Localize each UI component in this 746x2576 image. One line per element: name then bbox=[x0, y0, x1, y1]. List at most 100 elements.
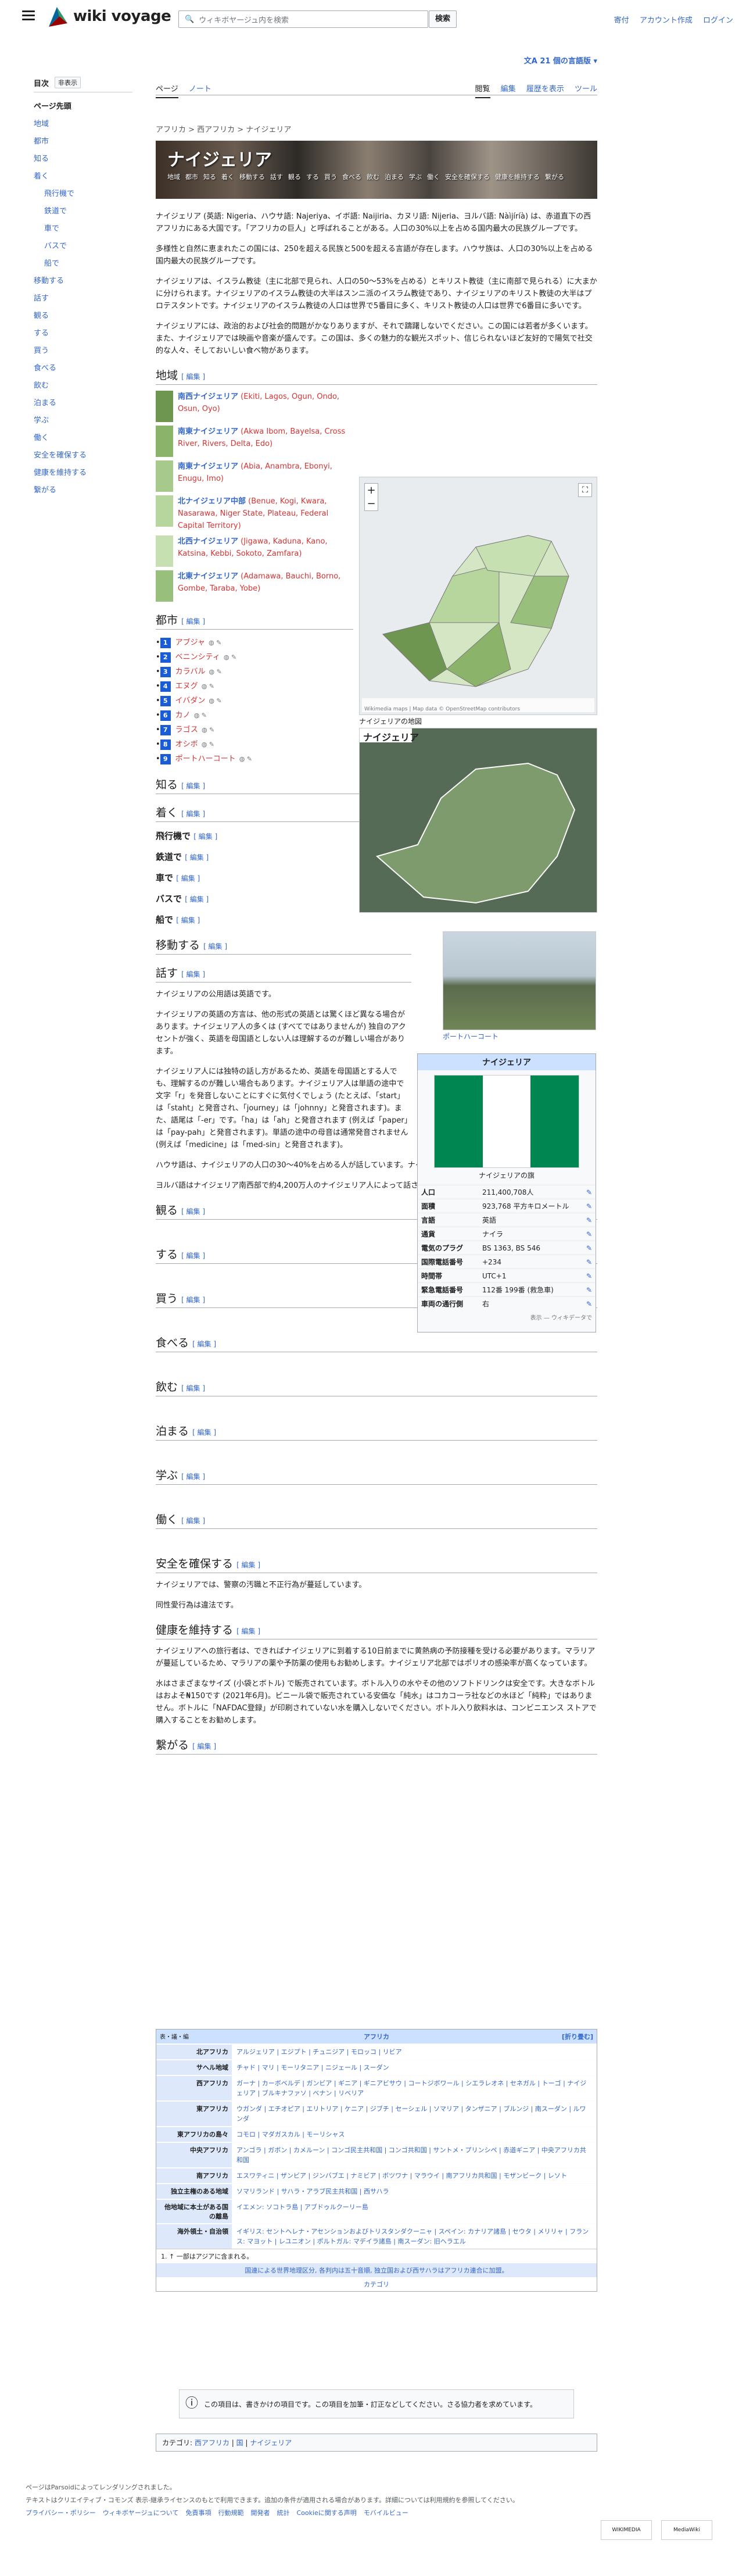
city-name[interactable]: カラバル bbox=[175, 664, 206, 679]
city-name[interactable]: イバダン bbox=[175, 694, 206, 708]
globe-icon[interactable]: ◍ ✎ bbox=[202, 737, 214, 752]
tab-talk[interactable]: ノート bbox=[189, 85, 211, 94]
edit-link[interactable]: [ 編集 ] bbox=[181, 782, 205, 790]
search-input[interactable]: 🔍 ウィキボヤージュ内を検索 bbox=[178, 10, 428, 28]
edit-link[interactable]: [ 編集 ] bbox=[203, 942, 227, 951]
pencil-icon[interactable]: ✎ bbox=[582, 1199, 596, 1213]
edit-link[interactable]: [ 編集 ] bbox=[176, 874, 200, 883]
edit-link[interactable]: [ 編集 ] bbox=[176, 916, 200, 924]
navbox-group-links[interactable]: ガーナ | カーボベルデ | ガンビア | ギニア | ギニアビサウ | コート… bbox=[232, 2076, 597, 2100]
navbox-group-links[interactable]: ウガンダ | エチオピア | エリトリア | ケニア | ジブチ | セーシェル… bbox=[232, 2102, 597, 2126]
pencil-icon[interactable]: ✎ bbox=[582, 1296, 596, 1310]
zoom-controls[interactable]: + − bbox=[364, 483, 378, 511]
city-marker[interactable]: 2 bbox=[160, 652, 171, 663]
toc-item[interactable]: 買う bbox=[34, 342, 132, 360]
edit-link[interactable]: [ 編集 ] bbox=[181, 810, 205, 818]
navbox-group-label[interactable]: 東アフリカの島々 bbox=[156, 2127, 232, 2142]
banner-nav-link[interactable]: 泊まる bbox=[385, 173, 404, 181]
city-marker[interactable]: 4 bbox=[160, 681, 171, 692]
region-name[interactable]: 北東ナイジェリア bbox=[178, 572, 238, 581]
toc-item[interactable]: する bbox=[34, 325, 132, 342]
navbox-heading[interactable]: アフリカ bbox=[364, 2033, 389, 2041]
banner-nav-link[interactable]: 食べる bbox=[342, 173, 361, 181]
toc-item[interactable]: 鉄道で bbox=[34, 203, 132, 220]
globe-icon[interactable]: ◍ ✎ bbox=[202, 723, 214, 737]
city-marker[interactable]: 9 bbox=[160, 753, 171, 764]
mediawiki-badge-icon[interactable]: MediaWiki bbox=[661, 2520, 712, 2540]
toc-item[interactable]: 働く bbox=[34, 430, 132, 447]
category-link[interactable]: 国 bbox=[236, 2439, 243, 2447]
banner-nav-link[interactable]: 学ぶ bbox=[409, 173, 422, 181]
banner-nav-link[interactable]: 買う bbox=[324, 173, 337, 181]
toc-item[interactable]: バスで bbox=[34, 238, 132, 255]
fullscreen-icon[interactable]: ⛶ bbox=[578, 483, 592, 497]
pencil-icon[interactable]: ✎ bbox=[582, 1241, 596, 1255]
toc-item[interactable]: 飛行機で bbox=[34, 185, 132, 203]
language-selector[interactable]: 文A 21 個の言語版 ▾ bbox=[524, 55, 597, 66]
navbox-group-label[interactable]: サヘル地域 bbox=[156, 2060, 232, 2075]
navbox-toggle[interactable]: [折り畳む] bbox=[562, 2032, 593, 2041]
search-button[interactable]: 検索 bbox=[429, 10, 457, 28]
toc-item[interactable]: 移動する bbox=[34, 273, 132, 290]
edit-link[interactable]: [ 編集 ] bbox=[181, 1473, 205, 1481]
infobox-footer[interactable]: 表示 — ウィキデータで bbox=[418, 1310, 596, 1324]
site-logo[interactable]: wiki voyage bbox=[46, 3, 171, 29]
category-link[interactable]: ナイジェリア bbox=[250, 2439, 292, 2447]
toc-item[interactable]: 泊まる bbox=[34, 395, 132, 412]
edit-link[interactable]: [ 編集 ] bbox=[181, 1296, 205, 1304]
city-name[interactable]: ラゴス bbox=[175, 723, 198, 737]
banner-nav-link[interactable]: 働く bbox=[427, 173, 440, 181]
region-name[interactable]: 南西ナイジェリア bbox=[178, 392, 238, 401]
toc-item[interactable]: 話す bbox=[34, 290, 132, 308]
create-account-link[interactable]: アカウント作成 bbox=[640, 16, 693, 25]
tab-read[interactable]: 閲覧 bbox=[475, 85, 490, 98]
navbox-group-label[interactable]: 独立主権のある地域 bbox=[156, 2184, 232, 2199]
banner-nav-link[interactable]: 着く bbox=[221, 173, 234, 181]
category-link[interactable]: 西アフリカ bbox=[195, 2439, 229, 2447]
banner-nav-link[interactable]: 健康を維持する bbox=[495, 173, 540, 181]
footer-link[interactable]: ウィキボヤージュについて bbox=[103, 2509, 179, 2517]
navbox-group-links[interactable]: ソマリランド | サハラ・アラブ民主共和国 | 西サハラ bbox=[232, 2184, 597, 2199]
navbox-tools[interactable]: 表・議・編 bbox=[160, 2032, 189, 2041]
navbox-group-links[interactable]: エスワティニ | ザンビア | ジンバブエ | ナミビア | ボツワナ | マラ… bbox=[232, 2168, 597, 2183]
wikimedia-badge-icon[interactable]: WIKIMEDIA bbox=[601, 2520, 652, 2540]
edit-link[interactable]: [ 編集 ] bbox=[181, 373, 205, 381]
footer-link[interactable]: 免責事項 bbox=[185, 2509, 211, 2517]
navbox-group-links[interactable]: イエメン: ソコトラ島 | アブドゥルクーリー島 bbox=[232, 2200, 597, 2223]
navbox-group-label[interactable]: 東アフリカ bbox=[156, 2102, 232, 2126]
navbox-group-links[interactable]: アルジェリア | エジプト | チュニジア | モロッコ | リビア bbox=[232, 2045, 597, 2059]
navbox-group-label[interactable]: 北アフリカ bbox=[156, 2045, 232, 2059]
toc-item[interactable]: 都市 bbox=[34, 133, 132, 151]
pencil-icon[interactable]: ✎ bbox=[582, 1255, 596, 1269]
toc-item[interactable]: 繋がる bbox=[34, 482, 132, 499]
city-photo[interactable] bbox=[443, 931, 596, 1030]
navbox-group-label[interactable]: 中央アフリカ bbox=[156, 2143, 232, 2167]
pencil-icon[interactable]: ✎ bbox=[582, 1227, 596, 1241]
edit-link[interactable]: [ 編集 ] bbox=[181, 1252, 205, 1260]
banner-nav-link[interactable]: 飲む bbox=[367, 173, 379, 181]
toc-item[interactable]: 知る bbox=[34, 151, 132, 168]
navbox-group-label[interactable]: 西アフリカ bbox=[156, 2076, 232, 2100]
city-marker[interactable]: 8 bbox=[160, 739, 171, 750]
banner-nav-link[interactable]: 地域 bbox=[167, 173, 180, 181]
edit-link[interactable]: [ 編集 ] bbox=[236, 1561, 260, 1569]
tab-page[interactable]: ページ bbox=[156, 85, 178, 98]
region-name[interactable]: 南東ナイジェリア bbox=[178, 427, 238, 436]
navbox-group-links[interactable]: チャド | マリ | モーリタニア | ニジェール | スーダン bbox=[232, 2060, 597, 2075]
banner-nav-link[interactable]: 観る bbox=[288, 173, 301, 181]
pencil-icon[interactable]: ✎ bbox=[582, 1185, 596, 1199]
tab-tools[interactable]: ツール bbox=[575, 85, 597, 94]
city-marker[interactable]: 7 bbox=[160, 724, 171, 735]
edit-link[interactable]: [ 編集 ] bbox=[192, 1340, 216, 1348]
main-menu-icon[interactable] bbox=[22, 10, 35, 21]
toc-item[interactable]: 地域 bbox=[34, 116, 132, 133]
regions-map[interactable]: + − ⛶ Wikimedia maps | Map data © OpenStr… bbox=[359, 477, 597, 715]
toc-item[interactable]: 学ぶ bbox=[34, 412, 132, 430]
pencil-icon[interactable]: ✎ bbox=[582, 1213, 596, 1227]
footer-link[interactable]: 統計 bbox=[277, 2509, 289, 2517]
city-name[interactable]: カノ bbox=[175, 708, 191, 723]
navbox-group-links[interactable]: イギリス: セントヘレナ・アセンションおよびトリスタンダクーニャ | スペイン:… bbox=[232, 2224, 597, 2249]
toc-item[interactable]: 観る bbox=[34, 308, 132, 325]
toc-item[interactable]: 飲む bbox=[34, 377, 132, 395]
city-name[interactable]: ベニンシティ bbox=[175, 650, 220, 664]
